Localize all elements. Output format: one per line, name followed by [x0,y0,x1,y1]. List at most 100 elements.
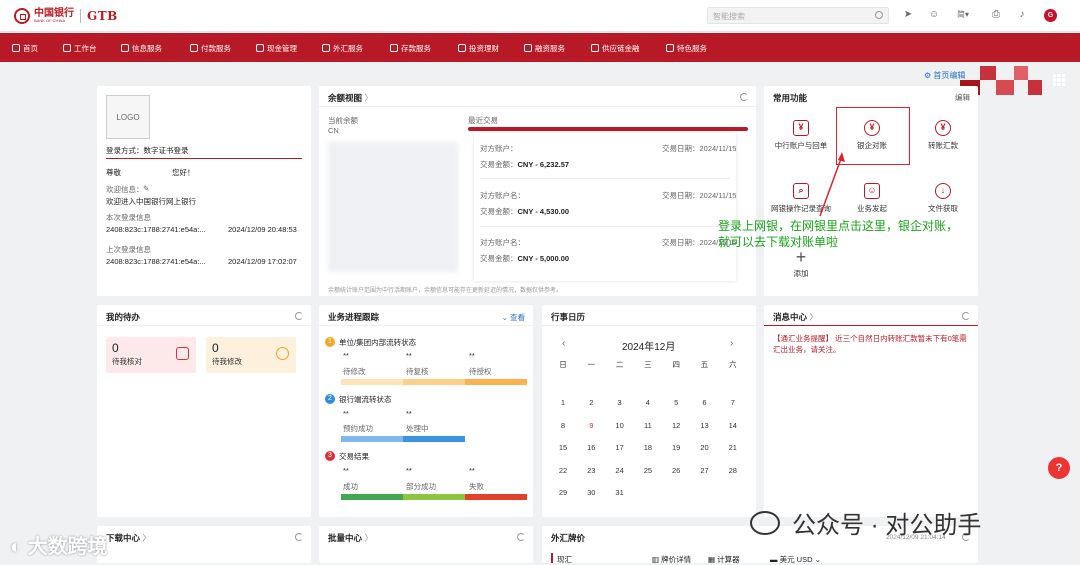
bank-logo[interactable]: 中国银行 BANK OF CHINA GTB [14,8,118,24]
this-login-ip: 2408:823c:1788:2741:e54a:... [106,225,206,234]
refresh-icon[interactable] [740,93,748,101]
calendar-day[interactable]: 12 [666,421,686,430]
calendar-day[interactable]: 27 [695,466,715,475]
common-edit-link[interactable]: 编辑 [955,92,970,103]
nav-payment[interactable]: 付款服务 [190,42,231,54]
calendar-day[interactable]: 5 [666,398,686,407]
calendar-day[interactable]: 19 [666,443,686,452]
message-title[interactable]: 消息中心 〉 [773,311,818,323]
print-icon[interactable]: ⎙ [990,9,1002,21]
grid-menu-icon[interactable] [1053,74,1065,86]
nav-investment[interactable]: 投资理财 [458,42,499,54]
calendar-day[interactable]: 13 [695,421,715,430]
calendar-day[interactable]: 23 [581,466,601,475]
nav-supply-chain[interactable]: 供应链金融 [591,42,640,54]
calendar-day[interactable]: 26 [666,466,686,475]
refresh-icon[interactable] [517,533,525,541]
send-icon[interactable]: ➤ [902,9,914,21]
support-icon[interactable]: ☺ [928,9,940,21]
refresh-icon[interactable] [295,533,303,541]
nav-deposit[interactable]: 存款服务 [390,42,431,54]
calendar-day[interactable]: 15 [553,443,573,452]
message-card: 消息中心 〉 【通汇业务提醒】 近三个自然日内转账汇款暂未下有0笔需汇出业务，请… [764,305,978,517]
bell-icon[interactable]: ♪ [1016,9,1028,21]
edit-icon[interactable]: ✎ [143,184,149,193]
progress-view-link[interactable]: ⌄ 查看 [502,312,525,323]
nav-fx[interactable]: 外汇服务 [322,42,363,54]
company-logo: LOGO [106,95,150,139]
fx-calculator-link[interactable]: ▦ 计算器 [708,554,740,565]
nav-special[interactable]: 特色服务 [666,42,707,54]
fn-file-download[interactable]: ↓ 文件获取 [912,183,974,214]
balance-card: 余额视图 〉 当前余额 CN 最近交易 对方账户： 交易日期：2024/11/1… [319,86,756,296]
language-switch[interactable]: 简▾ [954,9,972,21]
nav-cash-mgmt[interactable]: 现金管理 [256,42,297,54]
deposit-icon [390,44,398,52]
calendar-day[interactable]: 9 [581,421,601,430]
search-input[interactable]: 智能搜索 [707,7,889,24]
this-login-time: 2024/12/09 20:48:53 [228,225,297,234]
calendar-day[interactable]: 30 [581,488,601,497]
business-icon: ☺ [864,183,880,199]
bank-name-en: BANK OF CHINA [34,18,66,23]
transfer-icon: ¥ [935,120,951,136]
calendar-day[interactable]: 8 [553,421,573,430]
calendar-day[interactable]: 18 [638,443,658,452]
nav-financing[interactable]: 融资服务 [524,42,565,54]
message-text[interactable]: 【通汇业务提醒】 近三个自然日内转账汇款暂未下有0笔需汇出业务，请关注。 [773,333,969,355]
balance-title[interactable]: 余额视图 〉 [328,92,373,104]
search-icon[interactable] [875,11,883,19]
help-button[interactable]: ? [1048,457,1070,479]
refresh-icon[interactable] [295,312,303,320]
fx-detail-link[interactable]: ▥ 牌价详情 [652,554,691,565]
calendar-day[interactable]: 1 [553,398,573,407]
todo-to-modify[interactable]: 0 待我修改 [206,337,296,373]
calendar-day[interactable]: 25 [638,466,658,475]
calendar-day[interactable]: 4 [638,398,658,407]
fn-business-initiate[interactable]: ☺ 业务发起 [841,183,903,214]
fn-transfer[interactable]: ¥ 转账汇款 [912,120,974,151]
prev-month-button[interactable]: ‹ [562,338,565,349]
home-edit-link[interactable]: ⚙ 首页编辑 [924,70,965,81]
batch-center-title[interactable]: 批量中心 〉 [328,532,373,544]
nav-home[interactable]: 首页 [12,42,38,54]
calendar-day[interactable]: 20 [695,443,715,452]
calendar-day[interactable]: 28 [723,466,743,475]
nav-workbench[interactable]: 工作台 [63,42,97,54]
calendar-day[interactable]: 7 [723,398,743,407]
refresh-icon[interactable] [962,312,970,320]
edit-icon [276,347,289,360]
calendar-day[interactable]: 2 [581,398,601,407]
fx-currency-select[interactable]: ▬ 美元 USD ⌄ [770,554,821,565]
download-center-title[interactable]: 下载中心 〉 [106,532,151,544]
calendar-day[interactable]: 16 [581,443,601,452]
nav-info-service[interactable]: 信息服务 [121,42,162,54]
balance-footer-note: 余额统计账户范围为中行活期账户，余额信息可能存在更新延迟的情况，数据仅供参考。 [328,288,563,294]
calendar-day[interactable]: 31 [610,488,630,497]
weekday-header: 日 [559,360,567,369]
fn-account-receipt[interactable]: ¥ 中行账户与回单 [770,120,832,151]
watermark-left: ◐ 大数跨境 [10,536,108,558]
avatar[interactable]: G [1044,9,1057,22]
fn-add[interactable]: + 添加 [770,248,832,279]
calendar-day[interactable]: 11 [638,421,658,430]
weekday-header: 四 [672,360,680,369]
fx-title: 外汇牌价 [551,533,586,543]
calendar-day[interactable]: 24 [610,466,630,475]
calendar-day[interactable]: 29 [553,488,573,497]
todo-to-check[interactable]: 0 待我核对 [106,337,196,373]
tx-amount: CNY - 6,232.57 [517,160,570,169]
fx-cash-tab[interactable]: 现汇 [557,554,572,565]
calendar-day[interactable]: 14 [723,421,743,430]
calendar-day[interactable]: 21 [723,443,743,452]
calendar-day[interactable]: 17 [610,443,630,452]
calendar-day[interactable]: 22 [553,466,573,475]
current-balance-label: 当前余额 [328,116,358,125]
annotation-arrow [819,152,845,217]
next-month-button[interactable]: › [730,338,733,349]
progress-group-name: 单位/集团内部流转状态 [339,338,417,347]
calendar-day[interactable]: 6 [695,398,715,407]
todo-title: 我的待办 [106,312,141,322]
calendar-day[interactable]: 3 [610,398,630,407]
calendar-day[interactable]: 10 [610,421,630,430]
